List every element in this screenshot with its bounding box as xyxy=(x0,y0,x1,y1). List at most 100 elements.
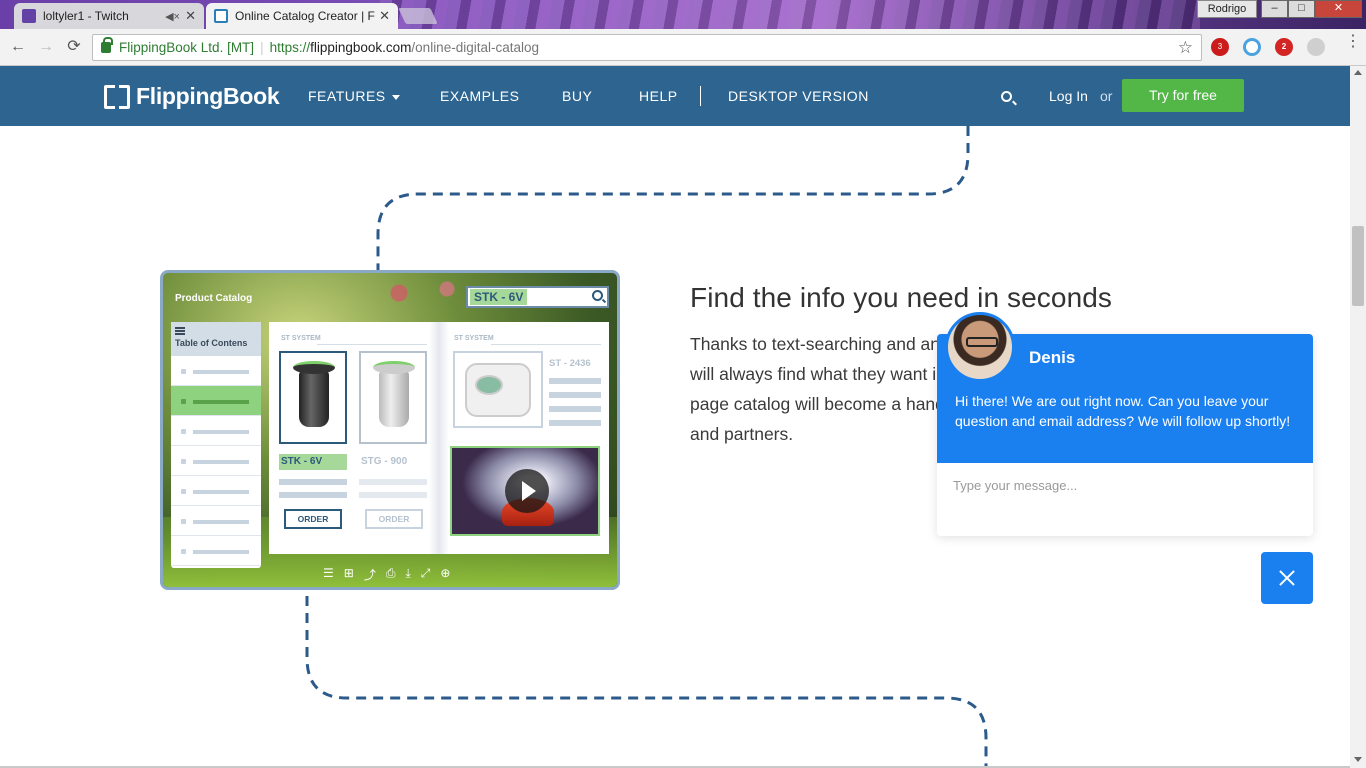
nav-examples[interactable]: EXAMPLES xyxy=(440,88,519,104)
bookmark-star-icon[interactable]: ☆ xyxy=(1178,38,1193,58)
toc-row xyxy=(171,416,261,446)
close-tab-icon[interactable]: ✕ xyxy=(185,8,196,24)
nav-features[interactable]: FEATURES xyxy=(308,88,400,104)
controller-image xyxy=(465,363,531,417)
separator: | xyxy=(260,40,264,55)
search-icon xyxy=(592,290,603,301)
lock-icon xyxy=(101,37,113,53)
product-image-stk xyxy=(279,351,347,444)
try-for-free-button[interactable]: Try for free xyxy=(1122,79,1244,112)
sprinkler-image xyxy=(373,361,415,427)
chat-message-input[interactable] xyxy=(953,478,1293,493)
tab-title: Online Catalog Creator | F xyxy=(235,9,375,23)
url-host: flippingbook.com xyxy=(310,40,412,55)
list-icon xyxy=(175,327,185,335)
forward-button[interactable]: → xyxy=(36,37,56,57)
scroll-thumb[interactable] xyxy=(1352,226,1364,306)
new-tab-button[interactable] xyxy=(398,8,438,24)
twitch-icon xyxy=(22,9,36,23)
scroll-up-icon[interactable] xyxy=(1354,70,1362,75)
theme-background xyxy=(380,0,1200,29)
chevron-down-icon xyxy=(391,94,400,100)
mockup-search-box: STK - 6V xyxy=(466,286,609,308)
mockup-title: Product Catalog xyxy=(175,293,253,304)
or-text: or xyxy=(1100,88,1113,104)
site-header: FlippingBook FEATURES EXAMPLES BUY HELP … xyxy=(0,66,1350,126)
flippingbook-logo[interactable]: FlippingBook xyxy=(104,83,280,110)
product-name: ST - 2436 xyxy=(549,358,591,369)
close-tab-icon[interactable]: ✕ xyxy=(379,8,390,24)
zoom-icon: ⊕ xyxy=(440,566,451,580)
speaker-mute-icon[interactable]: ◀× xyxy=(165,10,180,23)
opera-icon[interactable]: 3 xyxy=(1211,38,1229,56)
sprinkler-image xyxy=(293,361,335,427)
maximize-button[interactable]: □ xyxy=(1288,0,1315,18)
product-image-timer xyxy=(453,351,543,428)
mockup-search-query: STK - 6V xyxy=(470,289,528,305)
toc-title: Table of Contens xyxy=(175,338,248,348)
browser-toolbar: ← → ⟳ FlippingBook Ltd. [MT] | https://f… xyxy=(0,29,1366,66)
reload-button[interactable]: ⟳ xyxy=(64,37,84,57)
order-button: ORDER xyxy=(365,509,423,529)
toc-row xyxy=(171,356,261,386)
nav-features-label: FEATURES xyxy=(308,88,386,104)
login-link[interactable]: Log In xyxy=(1049,88,1088,104)
text-placeholder xyxy=(549,420,601,426)
toc-row xyxy=(171,476,261,506)
chat-message: Hi there! We are out right now. Can you … xyxy=(955,393,1291,429)
browser-menu-icon[interactable]: ⋮ xyxy=(1345,34,1361,50)
sync-icon[interactable] xyxy=(1243,38,1261,56)
nav-divider xyxy=(700,86,701,106)
section-rule xyxy=(491,344,601,345)
tab-twitch[interactable]: loltyler1 - Twitch ◀× ✕ xyxy=(14,3,204,29)
toc-row xyxy=(171,506,261,536)
section-label: ST SYSTEM xyxy=(281,335,321,342)
adblock-icon[interactable]: 2 xyxy=(1275,38,1293,56)
chat-widget: Denis Hi there! We are out right now. Ca… xyxy=(937,312,1313,536)
product-image-stg xyxy=(359,351,427,444)
minimize-button[interactable]: – xyxy=(1261,0,1288,18)
toc-row xyxy=(171,536,261,566)
toc-row-selected xyxy=(171,386,261,416)
back-button[interactable]: ← xyxy=(8,37,28,57)
list-icon: ☰ xyxy=(323,566,334,580)
address-bar[interactable]: FlippingBook Ltd. [MT] | https://flippin… xyxy=(92,34,1202,61)
profile-button[interactable]: Rodrigo xyxy=(1197,0,1257,18)
brand-name: FlippingBook xyxy=(136,83,280,109)
nav-buy[interactable]: BUY xyxy=(562,88,592,104)
text-placeholder xyxy=(549,378,601,384)
page-scrollbar[interactable] xyxy=(1350,66,1366,768)
section-label: ST SYSTEM xyxy=(454,335,494,342)
ghost-icon[interactable] xyxy=(1307,38,1325,56)
search-icon[interactable] xyxy=(1001,91,1012,102)
text-placeholder xyxy=(279,492,347,498)
browser-window: loltyler1 - Twitch ◀× ✕ Online Catalog C… xyxy=(0,0,1366,768)
avatar xyxy=(945,312,1015,382)
tab-flippingbook[interactable]: Online Catalog Creator | F ✕ xyxy=(206,3,398,29)
video-thumbnail xyxy=(450,446,600,536)
nav-help[interactable]: HELP xyxy=(639,88,678,104)
mockup-toc: Table of Contens xyxy=(171,322,261,568)
fullscreen-icon: ⤢ xyxy=(420,566,431,580)
text-placeholder xyxy=(549,406,601,412)
chat-header: Denis Hi there! We are out right now. Ca… xyxy=(937,312,1313,463)
text-placeholder xyxy=(359,479,427,485)
flowers-decoration xyxy=(363,273,483,313)
text-placeholder xyxy=(279,479,347,485)
scroll-down-icon[interactable] xyxy=(1354,757,1362,762)
nav-desktop-version[interactable]: DESKTOP VERSION xyxy=(728,88,869,104)
close-window-button[interactable]: ✕ xyxy=(1315,0,1362,18)
share-icon: ⤴ xyxy=(363,568,376,582)
text-placeholder xyxy=(549,392,601,398)
toc-row xyxy=(171,446,261,476)
secure-org-label: FlippingBook Ltd. [MT] xyxy=(119,40,255,55)
chat-close-button[interactable] xyxy=(1261,552,1313,604)
order-button: ORDER xyxy=(284,509,342,529)
url-path: /online-digital-catalog xyxy=(411,40,539,55)
mockup-page-spread: ST SYSTEM ST SYSTEM STK - 6V STG - 900 O… xyxy=(269,322,609,554)
product-name: STG - 900 xyxy=(361,456,408,467)
product-name: STK - 6V xyxy=(279,454,347,470)
text-placeholder xyxy=(359,492,427,498)
agent-name: Denis xyxy=(1029,348,1076,367)
toc-header: Table of Contens xyxy=(171,322,261,356)
